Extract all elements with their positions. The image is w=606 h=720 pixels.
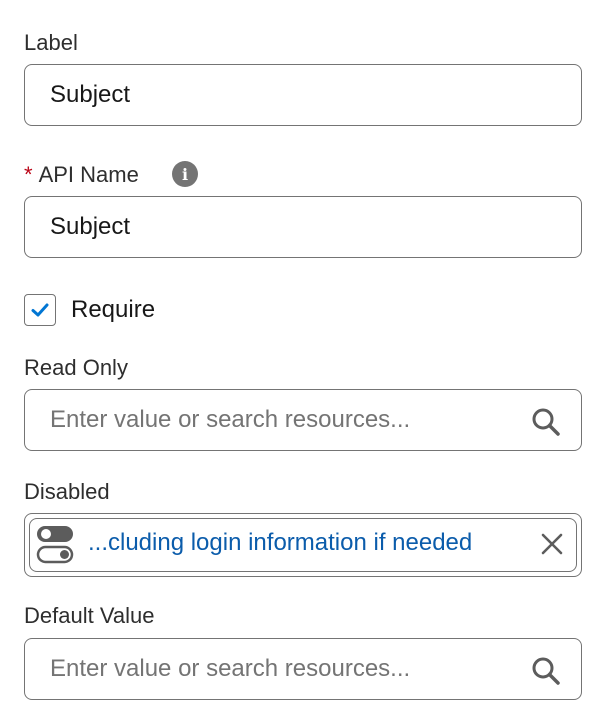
label-field-label: Label — [24, 30, 78, 55]
disabled-pill-text: ...cluding login information if needed — [88, 529, 473, 556]
default-value-placeholder: Enter value or search resources... — [50, 655, 411, 682]
require-checkbox[interactable] — [24, 294, 56, 326]
close-icon[interactable] — [540, 532, 564, 556]
default-value-input[interactable]: Enter value or search resources... — [24, 638, 582, 700]
read-only-placeholder: Enter value or search resources... — [50, 406, 411, 433]
required-indicator: * — [24, 162, 33, 187]
api-name-label-text: API Name — [38, 162, 139, 187]
checkmark-icon — [31, 303, 49, 317]
read-only-field-label: Read Only — [24, 355, 128, 380]
require-checkbox-label: Require — [71, 296, 156, 323]
default-value-field-label: Default Value — [24, 603, 155, 628]
api-name-field-label: * API Name — [24, 162, 139, 188]
search-icon[interactable] — [531, 407, 561, 437]
disabled-resource-pill[interactable]: ...cluding login information if needed — [29, 518, 577, 572]
search-icon[interactable] — [531, 656, 561, 686]
disabled-field-container: ...cluding login information if needed — [24, 513, 582, 577]
api-name-input[interactable]: Subject — [24, 196, 582, 258]
info-icon[interactable]: i — [172, 161, 198, 187]
label-input[interactable]: Subject — [24, 64, 582, 126]
toggle-icon — [36, 526, 74, 564]
api-name-input-value: Subject — [50, 213, 131, 240]
disabled-field-label: Disabled — [24, 479, 110, 504]
label-input-value: Subject — [50, 81, 131, 108]
read-only-input[interactable]: Enter value or search resources... — [24, 389, 582, 451]
